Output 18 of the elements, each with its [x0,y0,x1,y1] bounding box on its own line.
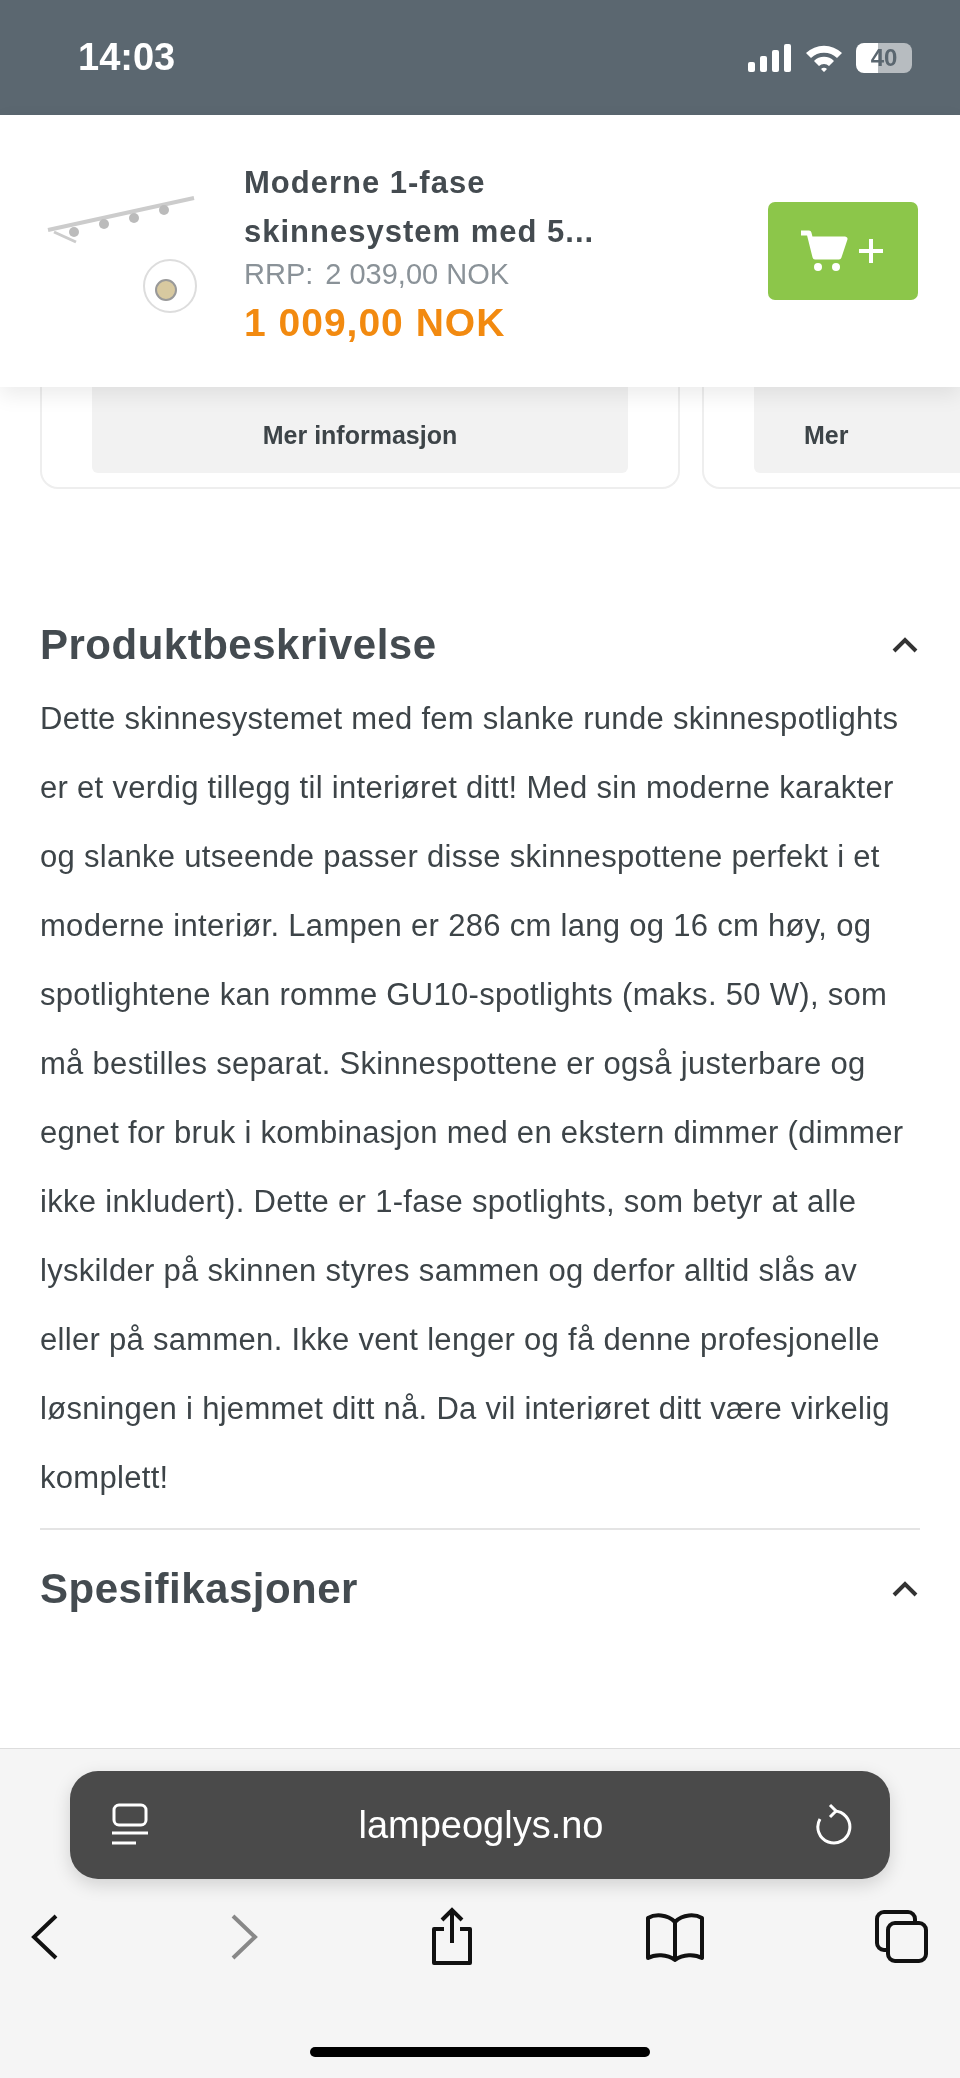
section-header[interactable]: Spesifikasjoner [40,1564,920,1614]
product-title: skinnesystem med 5... [244,212,596,251]
more-info-button[interactable]: Mer informasjon [92,387,628,473]
rrp-label: RRP: [244,257,314,291]
product-title: Moderne 1-fase [244,163,487,202]
url-text: lampeoglys.no [358,1803,604,1847]
product-description: Dette skinnesystemet med fem slanke runde skinnespotlights er et verdig tillegg til interiøret ditt! Med sin moderne karakter og slanke utseende passer disse skinnespottene perfekt i et moderne interiør. Lampen er 286 cm lang og 16 cm høy, og spotlightene kan romme GU10-spotlights (maks. 50 W), som må bestilles separat. Skinnespottene er også justerbare og egnet for bruk i kombinasjon med en ekstern dimmer (dimmer ikke inkludert). Dette er 1-fase spotlights, som betyr at alle lyskilder på skinnen styres sammen og derfor alltid slås av eller på sammen. Ikke vent lenger og få denne profesjonelle løsningen i hjemmet ditt nå. Da vil interiøret ditt være virkelig komplett! [40,700,905,1497]
sale-price: 1 009,00 NOK [244,300,507,345]
page-menu-icon [110,1803,150,1847]
status-time: 14:03 [78,36,176,79]
back-button[interactable] [30,1914,60,1960]
tabs-button[interactable] [874,1909,930,1965]
address-bar[interactable]: lampeoglys.no [70,1771,890,1879]
rrp-price: 2 039,00 NOK [325,257,510,291]
signal-icon [748,43,792,72]
section-header[interactable]: Produktbeskrivelse [40,620,920,670]
more-info-button[interactable]: Mer [754,387,960,473]
bookmarks-button[interactable] [645,1912,705,1962]
